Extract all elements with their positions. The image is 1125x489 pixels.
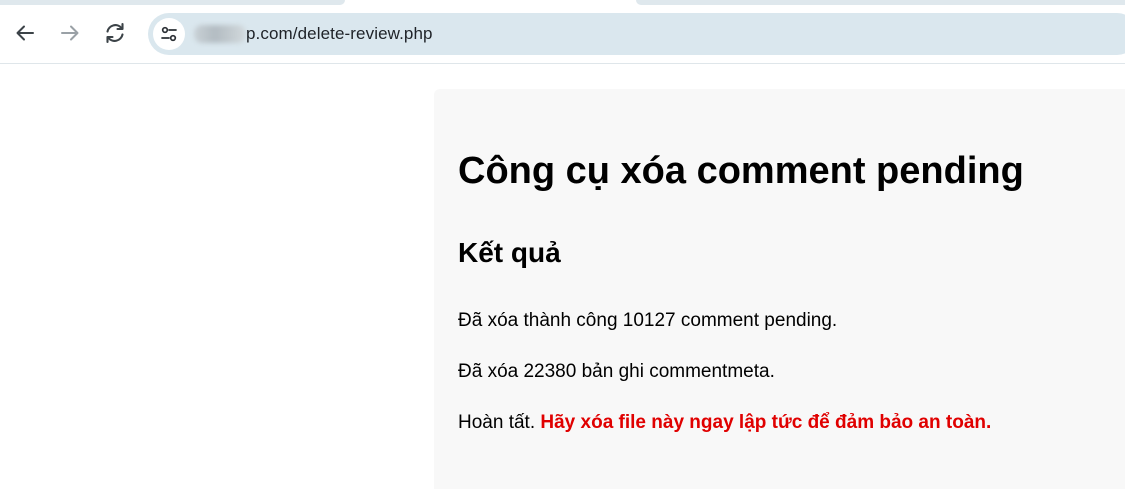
tab-strip-right (636, 0, 1125, 5)
address-bar[interactable]: p.com/delete-review.php (148, 13, 1125, 55)
deleted-meta-message: Đã xóa 22380 bản ghi commentmeta. (458, 361, 775, 382)
url-redacted-domain (194, 25, 246, 43)
result-heading: Kết quả (458, 237, 561, 268)
page-title: Công cụ xóa comment pending (458, 150, 1024, 192)
url-text[interactable]: p.com/delete-review.php (246, 24, 433, 44)
completion-message: Hoàn tất. Hãy xóa file này ngay lập tức … (458, 412, 991, 434)
site-info-button[interactable] (153, 18, 185, 50)
arrow-left-icon (16, 25, 34, 41)
browser-toolbar: p.com/delete-review.php (0, 0, 1125, 64)
security-warning: Hãy xóa file này ngay lập tức để đảm bảo… (540, 412, 992, 433)
done-label: Hoàn tất. (458, 412, 536, 433)
reload-button[interactable] (97, 15, 133, 51)
back-button[interactable] (7, 15, 43, 51)
deleted-comments-message: Đã xóa thành công 10127 comment pending. (458, 310, 838, 331)
tune-settings-icon (161, 26, 177, 42)
tab-strip-left (0, 0, 345, 5)
forward-button[interactable] (52, 15, 88, 51)
arrow-right-icon (61, 25, 79, 41)
reload-icon (106, 22, 124, 44)
